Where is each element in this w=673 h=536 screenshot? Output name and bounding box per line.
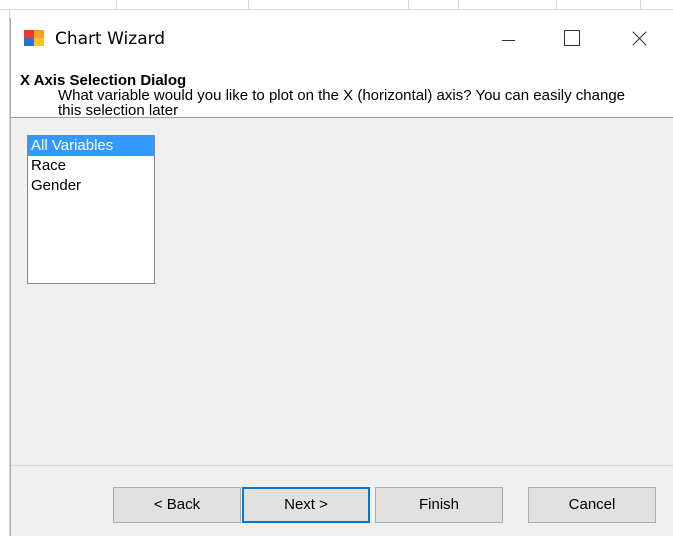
- title-bar[interactable]: Chart Wizard: [11, 18, 673, 62]
- window-title: Chart Wizard: [55, 29, 166, 49]
- list-item[interactable]: Gender: [28, 176, 154, 196]
- list-item[interactable]: Race: [28, 156, 154, 176]
- next-button[interactable]: Next >: [242, 487, 370, 523]
- screen: Chart Wizard X Axis Selection Dialog Wha…: [0, 0, 673, 536]
- variable-listbox[interactable]: All Variables Race Gender: [27, 135, 155, 284]
- list-item[interactable]: All Variables: [28, 136, 154, 156]
- chart-wizard-window: Chart Wizard X Axis Selection Dialog Wha…: [10, 18, 673, 536]
- finish-button[interactable]: Finish: [375, 487, 503, 523]
- maximize-icon[interactable]: [549, 18, 595, 62]
- back-button[interactable]: < Back: [113, 487, 241, 523]
- dialog-description: What variable would you like to plot on …: [58, 87, 626, 118]
- close-icon[interactable]: [615, 18, 661, 62]
- footer-divider: [11, 465, 673, 466]
- background-edge: [0, 10, 10, 536]
- minimize-icon[interactable]: [485, 18, 531, 62]
- dialog-header: X Axis Selection Dialog What variable wo…: [11, 62, 673, 118]
- background-spreadsheet-grid: [0, 0, 673, 10]
- chart-wizard-app-icon: [24, 30, 44, 46]
- cancel-button[interactable]: Cancel: [528, 487, 656, 523]
